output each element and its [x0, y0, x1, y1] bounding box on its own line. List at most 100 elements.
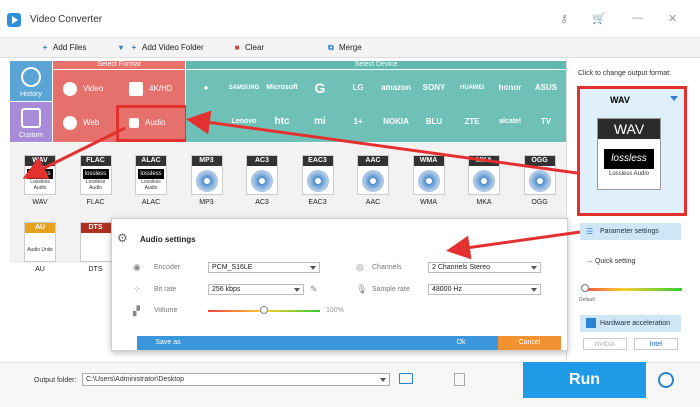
device-honor[interactable]: honor — [490, 76, 530, 100]
device-tv[interactable]: TV — [526, 110, 566, 134]
quick-setting-handle[interactable] — [581, 284, 589, 292]
format-tile-label: MP3 — [199, 199, 214, 206]
lossless-badge: lossless — [27, 169, 53, 179]
device-asus[interactable]: ASUS — [526, 76, 566, 100]
device-google[interactable]: G — [300, 76, 340, 100]
window-title: Video Converter — [30, 14, 103, 25]
audio-units-text: Audio Units — [27, 247, 53, 253]
nvidia-option[interactable]: NVIDIA — [583, 338, 627, 350]
format-tile-header: WMA — [413, 156, 444, 166]
sample-rate-select[interactable]: 48000 Hz — [428, 284, 541, 295]
apple-icon: ● — [203, 83, 209, 92]
device-zte[interactable]: ZTE — [452, 110, 492, 134]
settings-gear-icon: ⚙ — [117, 231, 128, 245]
format-tile-header: OGG — [524, 156, 555, 166]
format-tile-au[interactable]: AU Audio Units AU — [18, 222, 62, 277]
device-nokia[interactable]: NOKIA — [376, 110, 416, 134]
4k-icon — [129, 81, 143, 96]
cancel-button[interactable]: Cancel — [498, 336, 561, 350]
category-4k-hd[interactable]: 4K/HD — [119, 74, 181, 104]
device-apple-2[interactable]: ● — [186, 110, 226, 134]
lossless-badge: lossless — [82, 169, 109, 179]
close-icon[interactable]: ✕ — [668, 12, 677, 25]
format-tile-eac3[interactable]: EAC3 EAC3 — [296, 155, 340, 210]
minimize-icon[interactable]: — — [632, 12, 643, 24]
device-huawei[interactable]: HUAWEI — [452, 76, 492, 100]
trash-icon: ■ — [234, 43, 240, 52]
device-panel: ● SAMSUNG Microsoft G LG amazon SONY HUA… — [186, 70, 566, 142]
history-button[interactable]: History — [10, 61, 52, 101]
wav-format-icon[interactable]: WAV lossless Lossless Audio — [597, 118, 661, 190]
custom-button[interactable]: Custom — [10, 102, 52, 142]
format-tile-wav[interactable]: WAV lossless Lossless Audio WAV — [18, 155, 62, 210]
volume-icon: ▞ — [133, 306, 140, 316]
open-output-icon[interactable] — [454, 373, 465, 386]
edit-icon[interactable]: ✎ — [310, 284, 318, 295]
disc-icon — [306, 170, 329, 192]
folder-icon[interactable] — [399, 373, 413, 384]
format-tile-icon: DTS — [79, 222, 112, 262]
intel-option[interactable]: Intel — [634, 338, 678, 350]
category-video[interactable]: Video — [53, 74, 115, 104]
ok-button[interactable]: Ok — [430, 336, 492, 350]
format-tile-mp3[interactable]: MP3 MP3 — [185, 155, 229, 210]
device-microsoft[interactable]: Microsoft — [262, 76, 302, 100]
key-icon[interactable]: ⚷ — [560, 12, 568, 25]
disc-icon — [417, 170, 440, 192]
device-mi[interactable]: mi — [300, 110, 340, 134]
bitrate-icon: ⁘ — [133, 284, 141, 294]
volume-handle[interactable] — [260, 306, 268, 314]
merge-button[interactable]: ⧉ Merge — [326, 42, 362, 54]
quick-setting-slider[interactable] — [582, 288, 682, 291]
format-tile-header: EAC3 — [302, 156, 333, 166]
format-tile-header: ALAC — [136, 156, 166, 166]
device-oneplus[interactable]: 1+ — [338, 110, 378, 134]
alarm-clock-icon[interactable] — [658, 372, 674, 388]
add-video-folder-button[interactable]: ▾ + Add Video Folder — [116, 42, 204, 54]
channels-select[interactable]: 2 Channels Stereo — [428, 262, 541, 273]
format-tile-label: EAC3 — [308, 199, 327, 206]
bitrate-select[interactable]: 256 kbps — [208, 284, 304, 295]
clear-button[interactable]: ■ Clear — [232, 42, 265, 54]
sliders-icon: ☰ — [586, 227, 594, 236]
device-alcatel[interactable]: alcatel — [490, 110, 530, 134]
cart-icon[interactable]: 🛒 — [592, 12, 606, 25]
format-tile-label: MKA — [476, 199, 492, 206]
run-button[interactable]: Run — [523, 362, 646, 398]
device-htc[interactable]: htc — [262, 110, 302, 134]
device-sony[interactable]: SONY — [414, 76, 454, 100]
device-samsung[interactable]: SAMSUNG — [224, 76, 264, 100]
output-format-label: WAV — [610, 95, 630, 105]
format-tile-icon: AAC — [357, 155, 389, 195]
add-files-button[interactable]: + Add Files — [40, 42, 87, 54]
hardware-icon — [586, 318, 596, 328]
format-tile-alac[interactable]: ALAC lossless Lossless Audio ALAC — [129, 155, 173, 210]
format-tile-icon: OGG — [523, 155, 556, 195]
format-tile-icon: FLAC lossless Lossless Audio — [79, 155, 112, 195]
chevron-down-icon[interactable] — [670, 96, 678, 101]
channels-label: Channels — [372, 264, 402, 271]
format-tile-aac[interactable]: AAC AAC — [351, 155, 395, 210]
disc-icon — [473, 170, 495, 192]
device-apple[interactable]: ● — [186, 76, 226, 100]
format-tile-wma[interactable]: WMA WMA — [407, 155, 451, 210]
format-tile-flac[interactable]: FLAC lossless Lossless Audio FLAC — [74, 155, 118, 210]
category-web[interactable]: Web — [53, 108, 115, 138]
device-lenovo[interactable]: Lenovo — [224, 110, 264, 134]
device-amazon[interactable]: amazon — [376, 76, 416, 100]
format-tile-label: AAC — [365, 199, 381, 206]
encoder-select[interactable]: PCM_S16LE — [208, 262, 320, 273]
volume-label: Volume — [154, 307, 178, 314]
device-lg[interactable]: LG — [338, 76, 378, 100]
output-folder-field[interactable]: C:\Users\Administrator\Desktop — [82, 373, 390, 386]
format-tile-ac3[interactable]: AC3 AC3 — [240, 155, 284, 210]
format-tile-ogg[interactable]: OGG OGG — [518, 155, 562, 210]
bitrate-label: Bit rate — [154, 286, 177, 293]
format-tile-header: FLAC — [80, 156, 111, 166]
save-as-button[interactable]: Save as — [137, 336, 199, 350]
parameter-settings-button[interactable]: Parameter settings — [580, 223, 681, 240]
dropdown-arrow-icon: ▾ — [118, 43, 123, 52]
device-blu[interactable]: BLU — [414, 110, 454, 134]
format-tile-mka[interactable]: MKA MKA — [462, 155, 506, 210]
encoder-icon: ◉ — [133, 262, 141, 272]
